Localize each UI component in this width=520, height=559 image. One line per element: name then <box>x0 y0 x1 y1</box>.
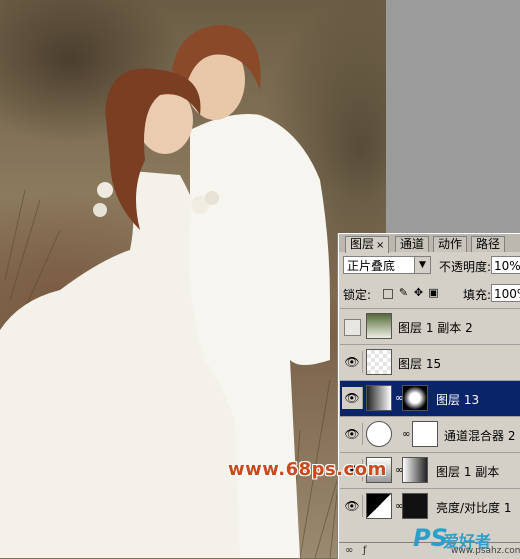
mask-thumbnail <box>402 385 428 411</box>
lock-move-icon[interactable]: ✥ <box>413 287 424 298</box>
lock-row: 锁定: ✎ ✥ ▣ 填充: 100% <box>343 284 520 302</box>
layer-name: 图层 13 <box>436 393 480 407</box>
adjustment-icon <box>366 493 392 519</box>
fill-field[interactable]: 100% <box>491 284 520 302</box>
fill-label: 填充: <box>463 288 492 302</box>
layer-row[interactable]: 👁 ∞ 通道混合器 2 <box>340 416 520 452</box>
blend-mode-value: 正片叠底 <box>347 259 396 273</box>
eye-icon[interactable]: 👁 <box>342 351 363 373</box>
layer-name: 亮度/对比度 1 <box>436 501 512 515</box>
layers-panel: 图层 × 通道 动作 路径 正片叠底 ▼ 不透明度: 10% 锁定: ✎ ✥ ▣ … <box>338 233 520 559</box>
watermark-text: www.68ps.com <box>228 459 387 480</box>
layer-thumbnail <box>366 349 392 375</box>
layer-name: 图层 15 <box>398 357 442 371</box>
lock-transparency-icon[interactable] <box>383 289 393 299</box>
mask-thumbnail <box>402 493 428 519</box>
tab-layers-label: 图层 <box>350 237 375 251</box>
fx-icon[interactable]: ƒ <box>363 545 367 556</box>
tab-layers[interactable]: 图层 × <box>345 236 390 253</box>
opacity-label: 不透明度: <box>439 260 492 274</box>
layer-name: 通道混合器 2 <box>444 429 516 443</box>
panel-tabs: 图层 × 通道 动作 路径 <box>339 234 520 253</box>
eye-icon[interactable]: 👁 <box>342 495 363 517</box>
layer-row[interactable]: 👁 ∞ 亮度/对比度 1 <box>340 488 520 524</box>
lock-all-icon[interactable]: ▣ <box>428 287 439 298</box>
dropdown-arrow-icon[interactable]: ▼ <box>414 257 430 273</box>
eye-icon[interactable]: 👁 <box>342 423 363 445</box>
lock-label: 锁定: <box>343 288 372 302</box>
layer-row-selected[interactable]: 👁 ∞ 图层 13 <box>340 380 520 416</box>
opacity-field[interactable]: 10% <box>491 256 520 274</box>
mask-thumbnail <box>412 421 438 447</box>
layer-name: 图层 1 副本 <box>436 465 500 479</box>
eye-icon[interactable]: 👁 <box>342 387 363 409</box>
layer-name: 图层 1 副本 2 <box>398 321 473 335</box>
visibility-toggle-off[interactable] <box>344 319 361 336</box>
lock-brush-icon[interactable]: ✎ <box>398 287 409 298</box>
mask-thumbnail <box>402 457 428 483</box>
site-logo: PS 爱好者 www.psahz.com <box>413 524 520 558</box>
layer-thumbnail <box>366 313 392 339</box>
layer-row[interactable]: 图层 1 副本 2 <box>340 308 520 344</box>
tab-paths[interactable]: 路径 <box>471 236 506 252</box>
layer-thumbnail <box>366 385 392 411</box>
logo-url: www.psahz.com <box>451 546 520 556</box>
adjustment-icon <box>366 421 392 447</box>
blend-row: 正片叠底 ▼ 不透明度: 10% <box>343 256 520 276</box>
blend-mode-select[interactable]: 正片叠底 ▼ <box>343 256 431 274</box>
link-icon: ∞ <box>402 429 411 440</box>
close-icon[interactable]: × <box>376 240 384 251</box>
layer-row[interactable]: 👁 图层 15 <box>340 344 520 380</box>
tab-actions[interactable]: 动作 <box>433 236 468 252</box>
tab-channels[interactable]: 通道 <box>395 236 430 252</box>
link-layers-icon[interactable]: ∞ <box>345 545 353 556</box>
